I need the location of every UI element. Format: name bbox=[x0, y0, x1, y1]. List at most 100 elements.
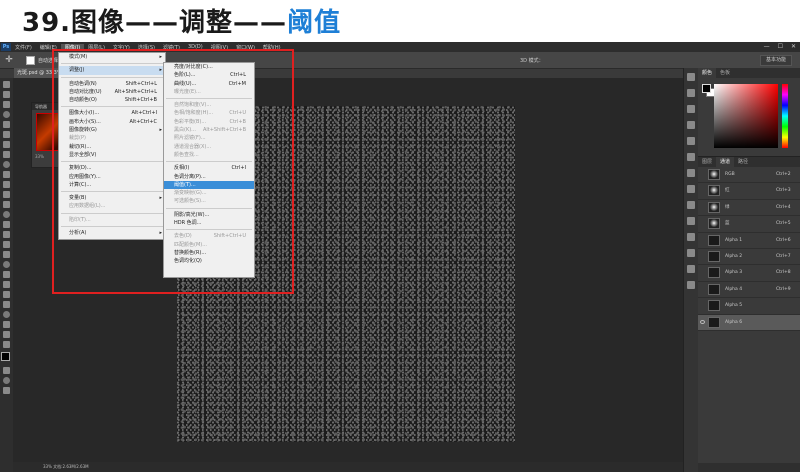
tool-icon[interactable] bbox=[3, 241, 10, 248]
channel-row[interactable]: Alpha 6 bbox=[698, 314, 800, 331]
channel-name: Alpha 4 bbox=[725, 286, 743, 292]
tool-icon[interactable] bbox=[3, 231, 10, 238]
tool-icon[interactable] bbox=[3, 81, 10, 88]
hue-slider[interactable] bbox=[782, 84, 788, 148]
channel-row[interactable]: 蓝 Ctrl+5 bbox=[698, 216, 800, 233]
channel-thumbnail bbox=[708, 250, 720, 262]
panel-icon[interactable] bbox=[687, 281, 695, 289]
panel-icon[interactable] bbox=[687, 169, 695, 177]
channel-name: 红 bbox=[725, 188, 730, 194]
channel-shortcut: Ctrl+4 bbox=[776, 204, 791, 210]
channel-shortcut: Ctrl+9 bbox=[776, 286, 791, 292]
auto-select-checkbox[interactable] bbox=[26, 55, 35, 65]
tool-icon[interactable] bbox=[3, 111, 10, 118]
color-swatches[interactable] bbox=[1, 352, 13, 364]
tool-icon[interactable] bbox=[3, 331, 10, 338]
panel-icon[interactable] bbox=[687, 249, 695, 257]
mode-3d-label: 3D 模式： bbox=[520, 57, 544, 64]
tool-icon[interactable] bbox=[3, 301, 10, 308]
tab-color[interactable]: 颜色 bbox=[698, 68, 717, 78]
close-icon[interactable]: ✕ bbox=[791, 43, 796, 50]
channel-thumbnail bbox=[708, 300, 720, 312]
menu-item[interactable]: 文件(F) bbox=[11, 44, 36, 51]
tool-icon[interactable] bbox=[3, 321, 10, 328]
visibility-eye-icon[interactable] bbox=[700, 319, 705, 324]
tool-icon[interactable] bbox=[3, 151, 10, 158]
tool-icon[interactable] bbox=[3, 201, 10, 208]
heading-highlight: 阈值 bbox=[287, 8, 342, 38]
panel-icon[interactable] bbox=[687, 137, 695, 145]
tab-paths[interactable]: 路径 bbox=[734, 157, 752, 167]
tutorial-heading-bar: 39.图像——调整——阈值 bbox=[0, 0, 800, 40]
color-panel: 颜色 色板 bbox=[698, 68, 800, 156]
panel-icon[interactable] bbox=[687, 121, 695, 129]
tab-layers[interactable]: 图层 bbox=[698, 157, 716, 167]
heading-prefix: 39.图像——调整—— bbox=[22, 8, 288, 38]
tool-icon[interactable] bbox=[3, 221, 10, 228]
minimize-icon[interactable]: — bbox=[764, 43, 770, 50]
tool-icon[interactable] bbox=[3, 281, 10, 288]
foreground-swatch[interactable] bbox=[702, 84, 711, 93]
channel-row[interactable]: Alpha 4 Ctrl+9 bbox=[698, 282, 800, 299]
tool-icon[interactable] bbox=[3, 91, 10, 98]
move-tool-icon[interactable]: ✛ bbox=[2, 55, 16, 65]
channel-row[interactable]: 红 Ctrl+3 bbox=[698, 183, 800, 200]
tool-icon[interactable] bbox=[3, 311, 10, 318]
tool-icon[interactable] bbox=[3, 141, 10, 148]
panel-icon[interactable] bbox=[687, 89, 695, 97]
panel-icon[interactable] bbox=[687, 201, 695, 209]
tool-icon[interactable] bbox=[3, 251, 10, 258]
panel-icon[interactable] bbox=[687, 217, 695, 225]
tool-icon[interactable] bbox=[3, 181, 10, 188]
tool-icon[interactable] bbox=[3, 121, 10, 128]
channel-row[interactable]: RGB Ctrl+2 bbox=[698, 167, 800, 184]
tool-icon[interactable] bbox=[3, 101, 10, 108]
tool-icon[interactable] bbox=[3, 131, 10, 138]
color-field[interactable] bbox=[714, 84, 778, 148]
channel-name: Alpha 5 bbox=[725, 303, 743, 309]
panel-icon[interactable] bbox=[687, 185, 695, 193]
ps-logo: Ps bbox=[1, 43, 11, 51]
tool-icon[interactable] bbox=[3, 191, 10, 198]
channel-thumbnail bbox=[708, 218, 720, 230]
channel-row[interactable]: Alpha 5 bbox=[698, 298, 800, 315]
tool-icon[interactable] bbox=[3, 367, 10, 374]
channel-row[interactable]: 绿 Ctrl+4 bbox=[698, 200, 800, 217]
panel-icon[interactable] bbox=[687, 153, 695, 161]
panel-icon[interactable] bbox=[687, 265, 695, 273]
channels-panel: 图层 通道 路径 RGB Ctrl+2 红 Ctrl+3 绿 Ctrl+4 蓝 Ctrl+5 A… bbox=[698, 156, 800, 472]
tool-icon[interactable] bbox=[3, 387, 10, 394]
tool-icon[interactable] bbox=[3, 377, 10, 384]
tool-icon[interactable] bbox=[3, 211, 10, 218]
channel-thumbnail bbox=[708, 201, 720, 213]
tool-icon[interactable] bbox=[3, 261, 10, 268]
channel-name: Alpha 1 bbox=[725, 237, 743, 243]
channel-row[interactable]: Alpha 2 Ctrl+7 bbox=[698, 249, 800, 266]
tool-icon[interactable] bbox=[3, 291, 10, 298]
channel-row[interactable]: Alpha 1 Ctrl+6 bbox=[698, 233, 800, 249]
tool-icon[interactable] bbox=[3, 171, 10, 178]
panel-dock bbox=[683, 68, 698, 472]
workspace-dropdown[interactable]: 基本功能 bbox=[760, 55, 792, 66]
tool-icon[interactable] bbox=[3, 341, 10, 348]
channel-thumbnail bbox=[708, 185, 720, 197]
maximize-icon[interactable]: ☐ bbox=[778, 43, 783, 50]
channel-row[interactable]: Alpha 3 Ctrl+8 bbox=[698, 265, 800, 282]
channel-shortcut: Ctrl+2 bbox=[776, 172, 791, 177]
foreground-color-icon[interactable] bbox=[1, 352, 10, 361]
panel-icon[interactable] bbox=[687, 233, 695, 241]
tool-icon[interactable] bbox=[3, 161, 10, 168]
channel-shortcut: Ctrl+5 bbox=[776, 221, 791, 227]
tool-icon[interactable] bbox=[3, 271, 10, 278]
channel-name: Alpha 3 bbox=[725, 270, 743, 276]
channel-thumbnail bbox=[708, 283, 720, 295]
highlight-frame bbox=[52, 49, 294, 294]
channel-shortcut: Ctrl+7 bbox=[776, 253, 791, 259]
tab-swatches[interactable]: 色板 bbox=[716, 68, 734, 78]
channel-shortcut: Ctrl+8 bbox=[776, 270, 791, 276]
panel-icon[interactable] bbox=[687, 73, 695, 81]
panel-icon[interactable] bbox=[687, 105, 695, 113]
channel-thumbnail bbox=[708, 234, 720, 246]
tab-channels[interactable]: 通道 bbox=[716, 157, 735, 167]
channel-name: 蓝 bbox=[725, 221, 730, 227]
